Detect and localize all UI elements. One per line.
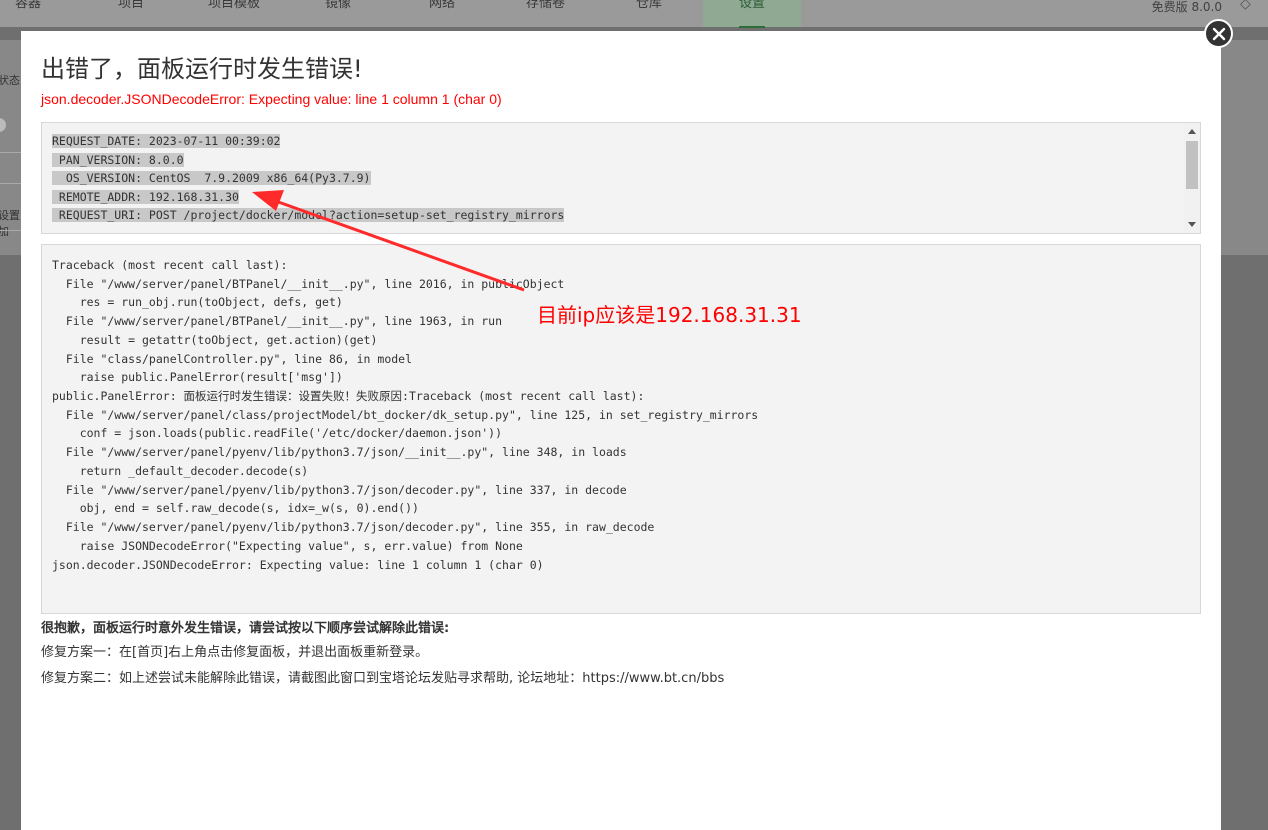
traceback-line: obj, end = self.raw_decode(s, idx=_w(s, …	[52, 501, 419, 516]
traceback-line: json.decoder.JSONDecodeError: Expecting …	[52, 557, 544, 572]
close-button[interactable]	[1204, 19, 1233, 48]
traceback-line: Traceback (most recent call last):	[52, 258, 288, 272]
traceback-line: raise JSONDecodeError("Expecting value",…	[52, 538, 523, 553]
tab-project-templates[interactable]: 项目模板	[208, 0, 260, 27]
request-line: REQUEST_URI: POST /project/docker/model?…	[52, 208, 565, 223]
help-section: 很抱歉，面板运行时意外发生错误，请尝试按以下顺序尝试解除此错误: 修复方案一：在…	[41, 618, 724, 692]
error-modal: 出错了，面板运行时发生错误! json.decoder.JSONDecodeEr…	[21, 31, 1221, 830]
traceback-line: File "/www/server/panel/pyenv/lib/python…	[52, 482, 627, 497]
diamond-icon[interactable]: ◇	[1240, 0, 1264, 12]
request-line: REMOTE_ADDR: 192.168.31.30	[52, 189, 239, 204]
scroll-up-icon[interactable]	[1188, 129, 1196, 134]
divider	[0, 183, 22, 184]
top-nav: 容器 项目 项目模板 镜像 网络 存储卷 仓库 设置 免费版 8.0.0 ◇	[0, 0, 1268, 28]
tab-volumes[interactable]: 存储卷	[526, 0, 565, 27]
request-line: REQUEST_DATE: 2023-07-11 00:39:02	[52, 134, 281, 148]
modal-title: 出错了，面板运行时发生错误!	[41, 55, 363, 83]
traceback-line: conf = json.loads(public.readFile('/etc/…	[52, 426, 503, 441]
help-fix-two: 修复方案二：如上述尝试未能解除此错误，请截图此窗口到宝塔论坛发贴寻求帮助, 论坛…	[41, 671, 725, 686]
request-info-box[interactable]: REQUEST_DATE: 2023-07-11 00:39:02 PAN_VE…	[41, 122, 1201, 234]
toggle-icon	[0, 118, 6, 132]
scroll-down-icon[interactable]	[1188, 222, 1196, 227]
divider	[0, 230, 22, 231]
tab-settings[interactable]: 设置	[703, 0, 802, 28]
traceback-line: File "/www/server/panel/pyenv/lib/python…	[52, 445, 627, 460]
traceback-line: File "/www/server/panel/BTPanel/__init__…	[52, 276, 565, 291]
scroll-thumb[interactable]	[1186, 141, 1198, 189]
tab-network[interactable]: 网络	[429, 0, 455, 27]
background-left-strip: 状态 设置加	[0, 40, 22, 255]
divider	[0, 152, 22, 153]
version-label: 免费版 8.0.0	[1151, 0, 1222, 14]
help-fix-one: 修复方案一：在[首页]右上角点击修复面板，并退出面板重新登录。	[41, 645, 429, 660]
traceback-line: File "/www/server/panel/class/projectMod…	[52, 407, 759, 422]
traceback-line: File "class/panelController.py", line 86…	[52, 351, 413, 366]
background-right-strip	[1221, 40, 1268, 255]
traceback-line: raise public.PanelError(result['msg'])	[52, 370, 343, 385]
request-line: PAN_VERSION: 8.0.0	[52, 152, 184, 167]
close-icon	[1212, 27, 1226, 41]
tab-images[interactable]: 镜像	[325, 0, 351, 27]
traceback-line: public.PanelError: 面板运行时发生错误：设置失败！失败原因:T…	[52, 389, 645, 404]
traceback-line: File "/www/server/panel/pyenv/lib/python…	[52, 520, 655, 535]
traceback-line: result = getattr(toObject, get.action)(g…	[52, 332, 378, 347]
bg-label-setting: 设置加	[0, 209, 20, 238]
request-line: OS_VERSION: CentOS 7.9.2009 x86_64(Py3.7…	[52, 171, 371, 186]
tab-projects[interactable]: 项目	[118, 0, 144, 27]
tab-containers[interactable]: 容器	[15, 0, 41, 27]
annotation-text: 目前ip应该是192.168.31.31	[537, 303, 802, 327]
help-title: 很抱歉，面板运行时意外发生错误，请尝试按以下顺序尝试解除此错误:	[41, 621, 450, 636]
error-subtitle: json.decoder.JSONDecodeError: Expecting …	[41, 91, 502, 107]
bg-label-status: 状态	[0, 74, 20, 87]
traceback-line: return _default_decoder.decode(s)	[52, 463, 309, 478]
scrollbar[interactable]	[1184, 123, 1200, 233]
tab-repository[interactable]: 仓库	[636, 0, 662, 27]
